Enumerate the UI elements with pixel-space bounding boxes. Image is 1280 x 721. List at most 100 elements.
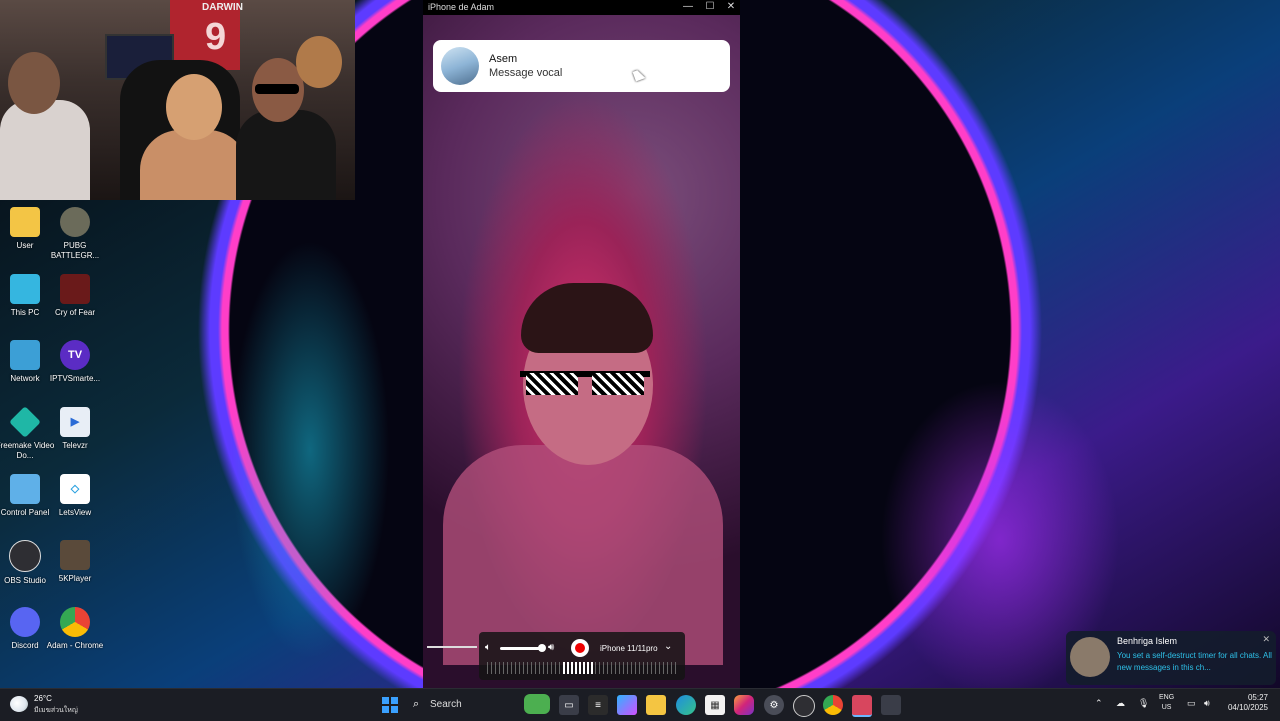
mirrored-video xyxy=(423,15,740,688)
desktop-icon-iptv[interactable]: TV IPTVSmarte... xyxy=(45,340,105,384)
keyboard-layout: US xyxy=(1161,704,1172,711)
waveform-position xyxy=(563,662,593,674)
desktop-icon-pubg[interactable]: PUBG BATTLEGR... xyxy=(45,207,105,261)
desktop-icon-5kplayer[interactable]: 5KPlayer xyxy=(45,540,105,584)
weather-temperature[interactable]: 26°C xyxy=(34,694,52,703)
progress-slider[interactable] xyxy=(427,646,477,648)
person-right-body xyxy=(236,110,336,200)
letsview-taskbar-icon[interactable] xyxy=(852,695,872,717)
control-panel-icon xyxy=(10,474,40,504)
language-code: ENG xyxy=(1159,694,1175,701)
desktop-icon-label: LetsView xyxy=(58,508,92,517)
start-button[interactable] xyxy=(380,695,400,715)
folder-icon xyxy=(10,207,40,237)
freemake-icon xyxy=(9,406,41,438)
letsview-icon: ◇ xyxy=(60,474,90,504)
windows-logo-icon xyxy=(382,697,398,713)
window-title: iPhone de Adam xyxy=(428,2,495,12)
televzr-icon: ▶ xyxy=(60,407,90,437)
desktop-icon-letsview[interactable]: ◇ LetsView xyxy=(45,474,105,518)
desktop-icon-chrome[interactable]: Adam - Chrome xyxy=(45,607,105,651)
notification-message: Message vocal xyxy=(489,67,563,79)
desktop-icon-label: IPTVSmarte... xyxy=(49,374,101,383)
volume-slider[interactable] xyxy=(500,647,542,650)
cloud-sync-icon[interactable]: ☁ xyxy=(1116,698,1125,709)
microphone-icon[interactable]: 🎙︎ xyxy=(1138,698,1149,709)
cloud-icon[interactable] xyxy=(10,696,28,712)
toast-sender: Benhriga Islem xyxy=(1117,636,1178,646)
person-center-body xyxy=(140,130,248,200)
chevron-up-icon[interactable]: ⌃ xyxy=(1095,698,1103,709)
desktop-icon-televzr[interactable]: ▶ Televzr xyxy=(45,407,105,451)
pixel-sunglasses xyxy=(520,367,650,397)
volume-high-icon[interactable]: 🔊︎ xyxy=(548,642,554,653)
toast-close-icon[interactable]: ✕ xyxy=(1262,634,1270,645)
copilot-icon[interactable] xyxy=(617,695,637,715)
search-icon: ⌕ xyxy=(413,698,420,710)
volume-low-icon[interactable]: 🔈︎ xyxy=(485,642,491,653)
pubg-helmet-icon xyxy=(60,207,90,237)
language-indicator[interactable]: ENG US xyxy=(1159,693,1174,713)
store-icon[interactable]: ▦ xyxy=(705,695,725,715)
clock[interactable]: 05:27 04/10/2025 xyxy=(1222,693,1268,713)
toast-avatar xyxy=(1070,637,1110,677)
desktop-icon-label: Cry of Fear xyxy=(54,308,95,317)
window-titlebar[interactable]: iPhone de Adam — ☐ ✕ xyxy=(423,0,740,15)
webcam-overlay: DARWIN 9 5080 xyxy=(0,0,355,200)
instagram-icon[interactable] xyxy=(734,695,754,715)
poster-text: DARWIN xyxy=(202,2,243,13)
clock-time: 05:27 xyxy=(1247,693,1268,702)
obs-taskbar-icon[interactable] xyxy=(793,695,815,717)
network-icon xyxy=(10,340,40,370)
widgets-icon[interactable] xyxy=(524,694,550,714)
desktop-icon-label: Televzr xyxy=(62,441,88,450)
app-taskbar-icon[interactable] xyxy=(881,695,901,715)
5kplayer-icon xyxy=(60,540,90,570)
volume-slider-knob[interactable] xyxy=(538,644,546,652)
person-center-head xyxy=(166,74,222,140)
minimize-button[interactable]: — xyxy=(681,1,695,12)
chrome-icon xyxy=(60,607,90,637)
network-icon[interactable]: ▭ xyxy=(1187,698,1196,709)
sunglasses-lens-left xyxy=(526,373,578,395)
person-left-body xyxy=(0,100,90,200)
desktop-icon-label: 5KPlayer xyxy=(58,574,92,583)
chevron-down-icon[interactable]: ⌄ xyxy=(664,641,672,652)
file-explorer-icon[interactable] xyxy=(646,695,666,715)
terminal-icon[interactable]: ≡ xyxy=(588,695,608,715)
video-person-hair xyxy=(521,283,653,353)
phone-mirror-window[interactable]: iPhone de Adam — ☐ ✕ Asem Message vocal … xyxy=(423,0,740,688)
close-button[interactable]: ✕ xyxy=(724,1,738,12)
obs-icon xyxy=(9,540,41,572)
sender-avatar xyxy=(441,47,479,85)
iptv-icon: TV xyxy=(60,340,90,370)
notification-sender: Asem xyxy=(489,53,518,65)
cry-of-fear-icon xyxy=(60,274,90,304)
ios-notification[interactable]: Asem Message vocal xyxy=(433,40,730,92)
clock-date: 04/10/2025 xyxy=(1227,703,1268,712)
sunglasses-lens-right xyxy=(592,373,644,395)
device-name: iPhone 11/11pro xyxy=(600,644,658,653)
desktop-icon-label: PUBG BATTLEGR... xyxy=(50,241,100,260)
edge-icon[interactable] xyxy=(676,695,696,715)
wallpaper-glow-left xyxy=(230,240,390,660)
person-left-head xyxy=(8,52,60,114)
telegram-toast[interactable]: Benhriga Islem You set a self-destruct t… xyxy=(1066,631,1276,685)
settings-gear-icon[interactable]: ⚙ xyxy=(764,695,784,715)
search-label: Search xyxy=(430,699,462,710)
maximize-button[interactable]: ☐ xyxy=(703,1,717,12)
toast-message: You set a self-destruct timer for all ch… xyxy=(1117,651,1272,672)
desktop-icon-cry-of-fear[interactable]: Cry of Fear xyxy=(45,274,105,318)
teddy-bear xyxy=(296,36,342,88)
sunglasses xyxy=(255,84,299,94)
poster-number: 9 xyxy=(205,16,227,58)
desktop-icon-label: Adam - Chrome xyxy=(46,641,104,650)
chrome-taskbar-icon[interactable] xyxy=(823,695,843,715)
record-button[interactable] xyxy=(571,639,589,657)
monitor-icon xyxy=(10,274,40,304)
discord-icon xyxy=(10,607,40,637)
weather-description[interactable]: มีเมฆส่วนใหญ่ xyxy=(34,705,78,716)
task-view-icon[interactable]: ▭ xyxy=(559,695,579,715)
speaker-icon[interactable]: 🔊︎ xyxy=(1204,698,1210,709)
taskbar: 26°C มีเมฆส่วนใหญ่ ⌕ Search ▭ ≡ ▦ ⚙ ⌃ ☁ … xyxy=(0,688,1280,721)
